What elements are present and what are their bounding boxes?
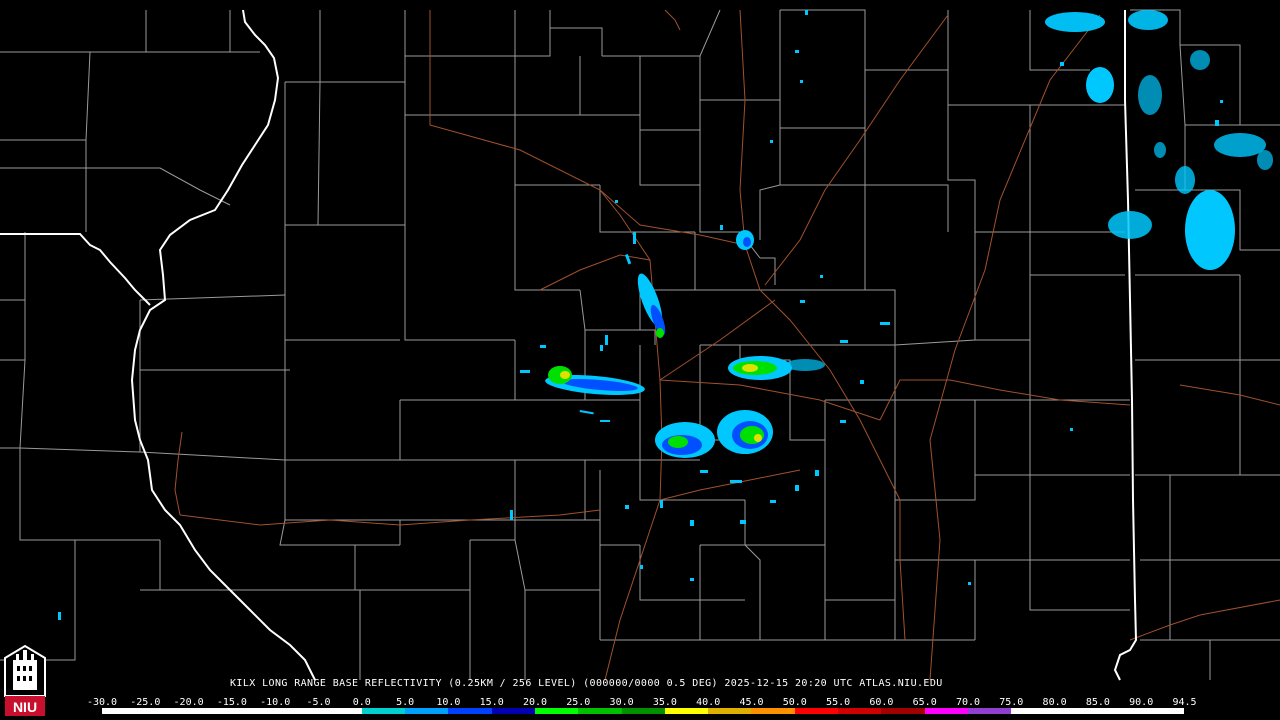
legend-label: 60.0 — [869, 697, 894, 708]
legend-swatch — [361, 708, 406, 714]
niu-tower-shield-icon — [4, 644, 46, 697]
legend-label: 70.0 — [955, 697, 981, 708]
echo-cluster-north — [736, 230, 754, 250]
legend-swatch — [1011, 708, 1055, 714]
product-title: KILX LONG RANGE BASE REFLECTIVITY (0.25K… — [230, 678, 943, 689]
legend-label: -10.0 — [260, 697, 291, 708]
legend-label: -15.0 — [216, 697, 247, 708]
legend-swatch — [188, 708, 232, 714]
legend-swatch — [751, 708, 795, 714]
legend-swatch — [924, 708, 968, 714]
legend-label: 5.0 — [396, 697, 415, 708]
legend-swatch — [1141, 708, 1185, 714]
legend-label: 40.0 — [696, 697, 721, 708]
legend-label: 20.0 — [522, 697, 548, 708]
legend-label: 75.0 — [999, 697, 1024, 708]
legend-swatch — [231, 708, 276, 714]
legend-swatch — [1054, 708, 1098, 714]
legend-color-bar — [102, 708, 1185, 714]
legend-labels: -30.0 -25.0 -20.0 -15.0 -10.0 -5.0 0.0 5.0 10.0 1… — [87, 697, 1197, 708]
echo-cluster-southeast — [717, 410, 773, 454]
legend-swatch — [405, 708, 449, 714]
legend-label: 55.0 — [826, 697, 851, 708]
legend-label: 45.0 — [739, 697, 764, 708]
legend-label: 94.5 — [1172, 697, 1197, 708]
legend-swatch — [794, 708, 839, 714]
legend-label: -5.0 — [306, 697, 331, 708]
niu-logo: NIU — [4, 644, 46, 716]
legend-swatch — [881, 708, 925, 714]
legend-label: 15.0 — [479, 697, 504, 708]
legend-swatch — [534, 708, 579, 714]
radar-map — [0, 0, 1280, 720]
echo-cluster-south — [655, 422, 715, 458]
legend-swatch — [621, 708, 665, 714]
legend-swatch — [578, 708, 622, 714]
legend-label: 90.0 — [1129, 697, 1154, 708]
legend-swatch — [318, 708, 362, 714]
legend-label: 50.0 — [782, 697, 807, 708]
legend-swatch — [491, 708, 535, 714]
legend-label: 65.0 — [912, 697, 937, 708]
legend-label: -30.0 — [86, 697, 118, 708]
legend-swatch — [664, 708, 709, 714]
reflectivity-color-legend: -30.0 -25.0 -20.0 -15.0 -10.0 -5.0 0.0 5.0 10.0 1… — [87, 697, 1197, 717]
legend-swatch — [838, 708, 882, 714]
legend-swatch — [102, 708, 146, 714]
legend-swatch — [448, 708, 492, 714]
legend-label: 25.0 — [566, 697, 591, 708]
niu-logo-text: NIU — [13, 699, 37, 715]
legend-label: 85.0 — [1085, 697, 1110, 708]
legend-label: 0.0 — [352, 697, 371, 708]
legend-label: 30.0 — [609, 697, 634, 708]
legend-label: 80.0 — [1042, 697, 1067, 708]
legend-label: 10.0 — [436, 697, 461, 708]
legend-label: -20.0 — [173, 697, 204, 708]
legend-swatch — [708, 708, 752, 714]
legend-swatch — [967, 708, 1012, 714]
legend-label: -25.0 — [130, 697, 161, 708]
legend-swatch — [275, 708, 319, 714]
legend-label: 35.0 — [652, 697, 677, 708]
legend-swatch — [1097, 708, 1142, 714]
legend-swatch — [145, 708, 189, 714]
